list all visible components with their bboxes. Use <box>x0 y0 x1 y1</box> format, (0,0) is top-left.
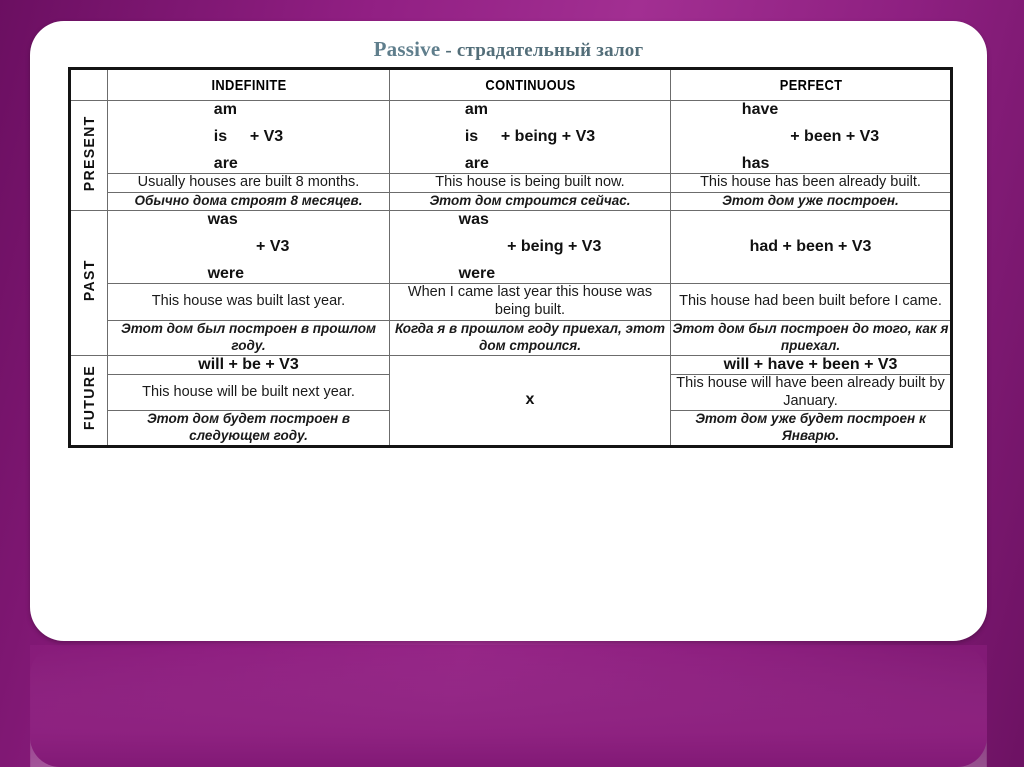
formula-future-perfect: will + have + been + V3 <box>723 355 898 373</box>
formula-tail-present-continuous: + being + V3 <box>500 128 596 145</box>
cell-future-perfect-formula: will + have + been + V3 <box>670 354 952 375</box>
aux-were: were <box>207 264 245 282</box>
aux-is: is <box>213 128 228 145</box>
cell-future-indefinite-formula: will + be + V3 <box>107 354 390 375</box>
row-label-past: PAST <box>69 209 108 356</box>
row-label-present-text: PRESENT <box>80 115 98 191</box>
column-header-indefinite: INDEFINITE <box>126 68 371 101</box>
cell-past-continuous-example-ru: Когда я в прошлом году приехал, этот дом… <box>389 319 671 356</box>
cell-present-indefinite-formula: am is + V3 are <box>107 100 390 174</box>
formula-tail-past-indefinite: + V3 <box>256 237 290 255</box>
table-row-present-formula: PRESENT am is + V3 are am is + being + V… <box>69 100 952 211</box>
table-header-row: INDEFINITE CONTINUOUS PERFECT <box>70 68 952 101</box>
row-label-past-text: PAST <box>80 259 98 302</box>
slide-card: Passive - страдательный залог INDEFINITE… <box>30 21 987 641</box>
cell-future-perfect-example-en: This house will have been already built … <box>670 373 952 412</box>
formula-tail-past-continuous: + being + V3 <box>507 237 602 255</box>
aux-is: is <box>464 128 479 145</box>
table-row-present-example-ru: Обычно дома строят 8 месяцев. Этот дом с… <box>70 191 952 211</box>
cell-present-indefinite-example-en: Usually houses are built 8 months. <box>107 173 390 193</box>
cell-future-indefinite-example-en: This house will be built next year. <box>107 373 390 412</box>
cell-present-perfect-example-ru: Этот дом уже построен. <box>670 191 952 211</box>
aux-am: am <box>464 101 488 118</box>
page-title-separator: - <box>440 40 457 61</box>
table-corner-cell <box>71 68 106 101</box>
aux-was: was <box>458 210 489 228</box>
row-label-future-text: FUTURE <box>80 365 98 431</box>
aux-has: has <box>741 155 770 172</box>
cell-past-indefinite-example-ru: Этот дом был построен в прошлом году. <box>107 319 390 356</box>
cell-future-perfect-example-ru: Этот дом уже будет построен к Январю. <box>670 410 952 448</box>
table-row-future-formula: FUTURE will + be + V3 x will + have + be… <box>69 354 952 448</box>
cell-past-continuous-example-en: When I came last year this house was bei… <box>389 282 671 321</box>
cell-past-perfect-example-en: This house had been built before I came. <box>670 282 952 321</box>
formula-past-perfect: had + been + V3 <box>749 237 872 255</box>
formula-future-indefinite: will + be + V3 <box>198 355 299 373</box>
cell-present-continuous-example-en: This house is being built now. <box>389 173 671 193</box>
passive-voice-table: INDEFINITE CONTINUOUS PERFECT PRESENT am… <box>68 67 953 449</box>
formula-tail-present-perfect: + been + V3 <box>790 128 880 145</box>
table-row-past-formula: PAST was + V3 were was + being + V3 were… <box>69 209 952 356</box>
cell-present-perfect-formula: have + been + V3 has <box>670 100 952 174</box>
aux-am: am <box>213 101 237 118</box>
cell-present-continuous-example-ru: Этот дом строится сейчас. <box>389 191 671 211</box>
page-title-russian: страдательный залог <box>456 40 644 61</box>
cell-past-perfect-example-ru: Этот дом был построен до того, как я при… <box>670 319 952 356</box>
cell-past-indefinite-formula: was + V3 were <box>107 209 390 284</box>
aux-was: was <box>207 210 238 228</box>
aux-are: are <box>213 155 238 172</box>
cell-present-continuous-formula: am is + being + V3 are <box>389 100 671 174</box>
cell-future-continuous-not-applicable: x <box>389 354 671 448</box>
cell-past-indefinite-example-en: This house was built last year. <box>107 282 390 321</box>
table-row-past-example-ru: Этот дом был построен в прошлом году. Ко… <box>70 319 952 356</box>
aux-were: were <box>458 264 496 282</box>
column-header-continuous: CONTINUOUS <box>408 68 652 101</box>
aux-have: have <box>741 101 779 118</box>
page-title: Passive - страдательный залог <box>30 37 987 62</box>
cell-present-perfect-example-en: This house has been already built. <box>670 173 952 193</box>
cell-past-continuous-formula: was + being + V3 were <box>389 209 671 284</box>
cell-present-indefinite-example-ru: Обычно дома строят 8 месяцев. <box>107 191 390 211</box>
aux-are: are <box>464 155 489 172</box>
row-label-present: PRESENT <box>69 100 108 211</box>
table-row-past-example-en: This house was built last year. When I c… <box>70 282 952 321</box>
formula-tail-present-indefinite: + V3 <box>249 128 284 145</box>
row-label-future: FUTURE <box>69 354 108 448</box>
page-title-english: Passive <box>373 37 441 61</box>
cell-past-perfect-formula: had + been + V3 <box>670 209 952 284</box>
table-row-present-example-en: Usually houses are built 8 months. This … <box>70 173 952 193</box>
cell-future-indefinite-example-ru: Этот дом будет построен в следующем году… <box>107 410 390 448</box>
column-header-perfect: PERFECT <box>689 68 933 101</box>
